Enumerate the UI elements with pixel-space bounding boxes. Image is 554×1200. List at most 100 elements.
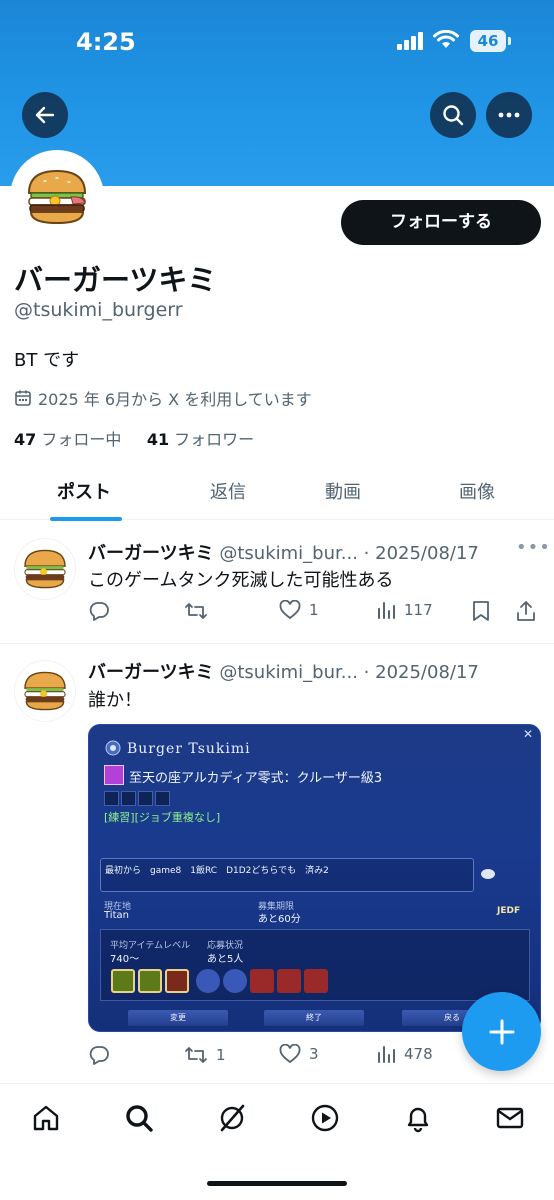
like-button[interactable]: 1 (279, 600, 319, 620)
nav-notifications[interactable] (402, 1102, 434, 1134)
post-author-name: バーガーツキミ (88, 662, 214, 683)
post-author-handle: @tsukimi_bur... (219, 543, 358, 564)
job-icon (165, 969, 189, 993)
post-author-handle: @tsukimi_bur... (219, 662, 358, 683)
bookmark-icon (473, 601, 489, 621)
nav-video[interactable] (309, 1102, 341, 1134)
like-count: 1 (309, 601, 319, 619)
job-icon (138, 969, 162, 993)
job-icon (111, 969, 135, 993)
nav-home[interactable] (30, 1102, 62, 1134)
job-icon (223, 969, 247, 993)
job-icon (196, 969, 220, 993)
joined-text: 2025 年 6月から X を利用しています (38, 390, 312, 409)
profile-tabs: ポスト 返信 動画 画像 (0, 466, 554, 521)
repost-button[interactable]: 1 (184, 1044, 226, 1066)
share-button[interactable] (516, 600, 536, 622)
repost-icon (185, 603, 207, 619)
view-count: 117 (404, 601, 433, 619)
nav-search[interactable] (123, 1102, 155, 1134)
view-count: 478 (404, 1045, 433, 1063)
post-date: · 2025/08/17 (363, 662, 479, 683)
tab-posts[interactable]: ポスト (57, 478, 111, 504)
game-ilvl: 740〜 (110, 954, 140, 965)
post-more-button[interactable]: ••• (516, 537, 551, 558)
bookmark-button[interactable] (472, 600, 490, 622)
close-icon: ✕ (523, 727, 534, 741)
game-end-button: 終了 (264, 1010, 364, 1026)
post-author-name: バーガーツキミ (88, 543, 214, 564)
search-icon (443, 105, 464, 126)
nav-messages[interactable] (494, 1102, 526, 1134)
post-avatar[interactable] (14, 538, 76, 600)
post-image[interactable]: Burger Tsukimi ✕ 至天の座アルカディア零式：クルーザー級3 [練… (88, 724, 541, 1032)
more-horizontal-icon (498, 112, 520, 118)
job-icon (250, 969, 274, 993)
post-header: バーガーツキミ @tsukimi_bur... · 2025/08/17 (88, 658, 479, 684)
repost-icon (185, 1047, 207, 1063)
game-recruiter-name: Burger Tsukimi (127, 741, 251, 757)
home-indicator (207, 1181, 347, 1186)
more-options-button[interactable] (486, 92, 532, 138)
like-count: 3 (309, 1045, 319, 1063)
duty-icon (104, 765, 124, 785)
compose-post-button[interactable] (462, 992, 541, 1071)
reply-icon (89, 602, 109, 621)
post-item[interactable]: バーガーツキミ @tsukimi_bur... · 2025/08/17 •••… (0, 521, 554, 643)
follow-counts: 47 フォロー中 41 フォロワー (14, 426, 254, 450)
reply-icon (89, 1046, 109, 1065)
party-slots (104, 791, 170, 806)
calendar-icon (15, 390, 31, 406)
followers-link[interactable]: 41 フォロワー (147, 430, 254, 449)
reply-button[interactable] (88, 600, 118, 622)
post-avatar[interactable] (14, 660, 76, 722)
following-link[interactable]: 47 フォロー中 (14, 430, 121, 449)
heart-icon (279, 600, 301, 620)
video-icon (311, 1104, 339, 1132)
cellular-signal-icon (397, 32, 423, 50)
tab-images[interactable]: 画像 (459, 478, 495, 504)
views-icon (378, 1046, 395, 1063)
profile-avatar[interactable] (10, 150, 104, 244)
post-header: バーガーツキミ @tsukimi_bur... · 2025/08/17 (88, 539, 479, 565)
game-tags: [練習][ジョブ重複なし] (104, 811, 221, 824)
game-duty-name: 至天の座アルカディア零式：クルーザー級3 (129, 771, 383, 786)
game-status: あと5人 (207, 954, 244, 965)
following-count: 47 (14, 430, 37, 449)
views-button[interactable]: 478 (376, 1044, 433, 1064)
chat-bubble-icon (481, 869, 495, 879)
back-button[interactable] (22, 92, 68, 138)
search-button[interactable] (430, 92, 476, 138)
reply-button[interactable] (88, 1044, 118, 1066)
profile-name: バーガーツキミ (14, 263, 217, 297)
game-deadline: あと60分 (258, 914, 301, 925)
game-comment: 最初から game8 1飯RC D1D2どちらでも 済み2 (100, 858, 474, 892)
grok-icon (220, 1104, 245, 1132)
like-button[interactable]: 3 (279, 1044, 319, 1064)
nav-grok[interactable] (216, 1102, 248, 1134)
repost-count: 1 (216, 1046, 226, 1064)
followers-label: フォロワー (174, 430, 255, 449)
profile-bio: BT です (14, 350, 80, 371)
status-bar: 4:25 46 (0, 26, 554, 58)
game-location: Titan (104, 910, 129, 921)
post-text: 誰か！ (88, 690, 142, 711)
search-icon (126, 1105, 153, 1132)
party-finder-emblem-icon (105, 740, 121, 756)
views-icon (378, 602, 395, 619)
tab-replies[interactable]: 返信 (210, 478, 246, 504)
burger-avatar-icon (24, 671, 66, 711)
status-time: 4:25 (76, 28, 136, 56)
follow-button[interactable]: フォローする (341, 200, 541, 245)
job-icon (304, 969, 328, 993)
repost-button[interactable] (184, 600, 216, 622)
job-icon (277, 969, 301, 993)
profile-joined: 2025 年 6月から X を利用しています (14, 386, 312, 410)
notifications-icon (407, 1107, 429, 1133)
tab-videos[interactable]: 動画 (325, 478, 361, 504)
views-button[interactable]: 117 (376, 600, 433, 620)
wifi-icon (433, 30, 459, 48)
plus-icon (489, 1019, 514, 1044)
following-label: フォロー中 (41, 430, 122, 449)
post-date: · 2025/08/17 (363, 543, 479, 564)
